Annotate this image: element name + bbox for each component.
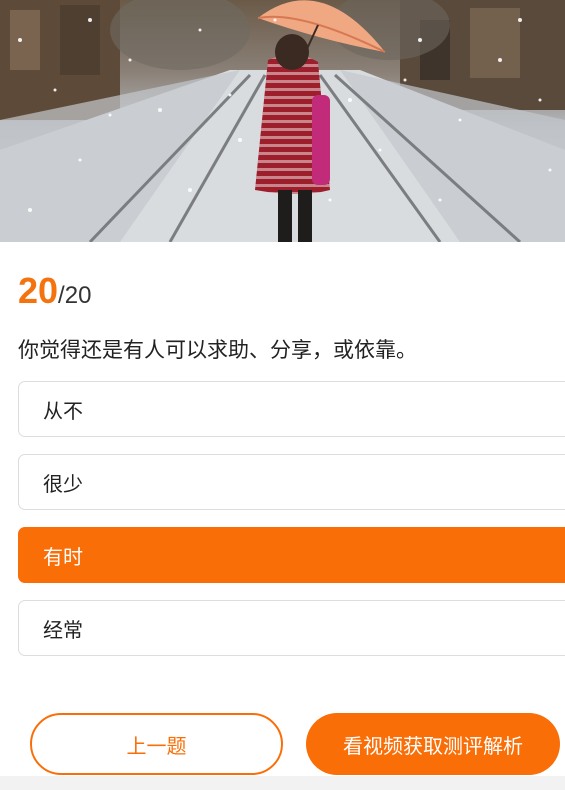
snowy-street-illustration: [0, 0, 565, 242]
option-never[interactable]: 从不: [18, 381, 565, 437]
previous-question-button[interactable]: 上一题: [30, 713, 283, 775]
watch-video-analysis-button[interactable]: 看视频获取测评解析: [306, 713, 560, 775]
total-question-number: 20: [64, 282, 92, 309]
option-label: 从不: [43, 398, 83, 423]
question-counter: 20 / 20: [18, 270, 91, 314]
option-label: 有时: [43, 544, 83, 569]
option-label: 很少: [43, 471, 83, 496]
current-question-number: 20: [18, 270, 59, 311]
option-rarely[interactable]: 很少: [18, 454, 565, 510]
counter-separator: /: [58, 282, 65, 309]
bottom-divider: [0, 776, 565, 790]
option-often[interactable]: 经常: [18, 600, 565, 656]
question-text: 你觉得还是有人可以求助、分享，或依靠。: [18, 338, 417, 362]
hero-image: [0, 0, 565, 242]
option-label: 经常: [43, 617, 83, 642]
option-sometimes[interactable]: 有时: [18, 527, 565, 583]
